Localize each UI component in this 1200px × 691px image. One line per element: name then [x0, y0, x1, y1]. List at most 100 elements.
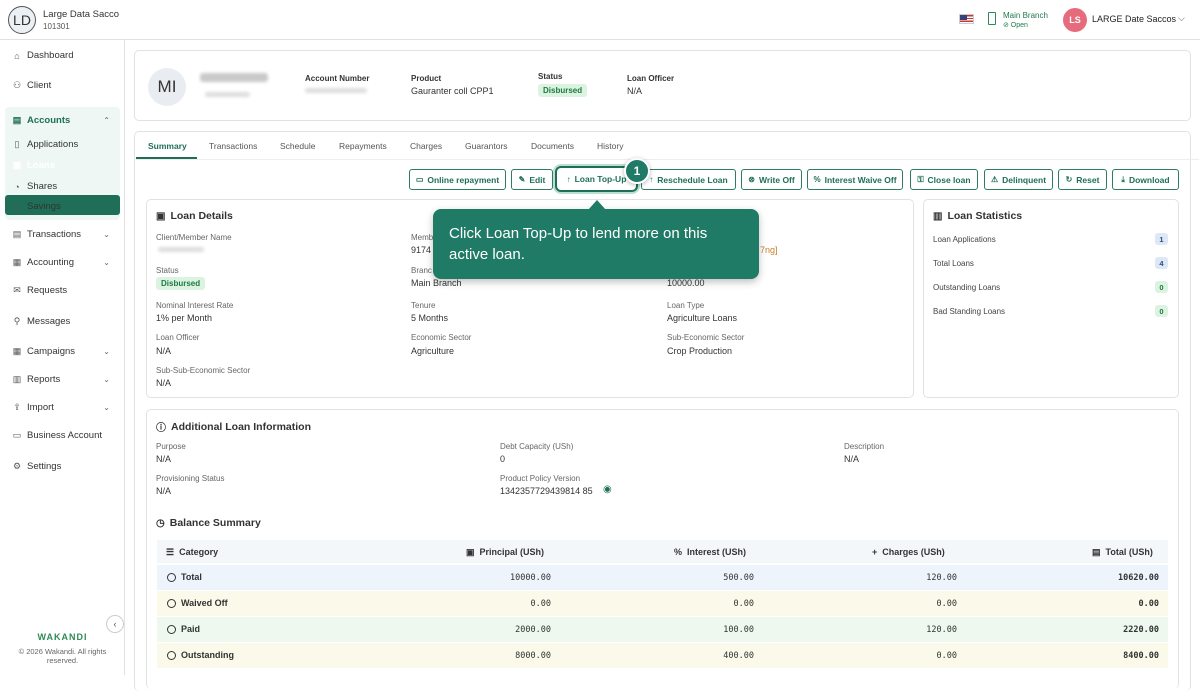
sidebar-item-settings[interactable]: ⚙ Settings — [12, 461, 61, 472]
chevron-down-icon[interactable]: ⌄ — [103, 375, 110, 384]
total-loans-label: Total Loans — [933, 259, 974, 268]
copyright: © 2026 Wakandi. All rights reserved. — [18, 647, 107, 665]
edit-button[interactable]: ✎ Edit — [511, 169, 553, 190]
button-label: Delinquent — [1002, 174, 1047, 185]
sub-economic-sector-value: Crop Production — [667, 346, 733, 356]
client-avatar: MI — [148, 68, 186, 106]
org-logo[interactable]: LD — [8, 6, 36, 34]
interest-column-header: % Interest (USh) — [674, 547, 746, 557]
write-off-button[interactable]: ⊗ Write Off — [741, 169, 802, 190]
sidebar-item-reports[interactable]: ▥ Reports — [12, 374, 61, 385]
row-category-text: Waived Off — [181, 598, 228, 608]
arrow-up-icon: ↑ — [649, 175, 654, 184]
delinquent-button[interactable]: ⚠ Delinquent — [984, 169, 1053, 190]
loan-type-label: Loan Type — [667, 301, 705, 310]
chevron-down-icon[interactable]: ⌵ — [1178, 13, 1185, 24]
branch-status: ⊘ Open — [1003, 22, 1028, 29]
bar-chart-icon: ▥ — [933, 210, 943, 222]
sidebar-collapse-button[interactable]: ‹ — [106, 615, 124, 633]
sidebar-item-accounts[interactable]: ▤ Accounts — [12, 115, 71, 126]
sidebar-item-loans[interactable]: ▣ Loans — [12, 160, 55, 171]
sidebar-item-label: Shares — [27, 181, 58, 192]
eye-icon[interactable]: ◉ — [603, 484, 612, 495]
chevron-down-icon[interactable]: ⌄ — [103, 403, 110, 412]
tour-step-badge: 1 — [624, 158, 650, 184]
row-interest: 0.00 — [733, 599, 754, 609]
sidebar-item-client[interactable]: ⚇ Client — [12, 80, 51, 91]
sidebar-item-accounting[interactable]: ▦ Accounting — [12, 257, 74, 268]
tab-documents[interactable]: Documents — [531, 141, 574, 151]
row-category: Waived Off — [167, 598, 228, 608]
chevron-down-icon[interactable]: ⌄ — [103, 258, 110, 267]
users-icon: ⚇ — [12, 80, 22, 90]
client-id-redacted — [205, 92, 250, 97]
branch-name[interactable]: Main Branch — [1003, 11, 1048, 20]
messages-icon: ⚲ — [13, 316, 21, 326]
info-icon: ⓘ — [156, 423, 166, 434]
org-name: Large Data Sacco — [43, 9, 120, 20]
loan-statistics-card — [923, 199, 1179, 398]
button-label: Close loan — [927, 174, 971, 185]
table-row: Waived Off 0.00 0.00 0.00 0.00 — [157, 591, 1168, 616]
tab-summary[interactable]: Summary — [148, 141, 187, 151]
sidebar-item-requests[interactable]: ✉ Requests — [12, 285, 67, 296]
user-avatar[interactable]: LS — [1063, 8, 1087, 32]
sidebar-item-business-account[interactable]: ▭ Business Account — [12, 430, 102, 441]
sidebar-item-messages[interactable]: ⚲ Messages — [12, 316, 71, 327]
document-icon: ▤ — [1092, 547, 1101, 557]
radio-icon — [167, 598, 176, 608]
tab-repayments[interactable]: Repayments — [339, 141, 387, 151]
transactions-icon: ▤ — [12, 229, 22, 239]
sidebar-item-savings[interactable]: ▭ Savings — [12, 201, 61, 212]
us-flag-icon[interactable] — [959, 14, 974, 24]
reports-icon: ▥ — [12, 374, 22, 384]
description-label: Description — [844, 442, 885, 451]
arrow-up-icon: ↑ — [566, 174, 571, 184]
sidebar-item-label: Messages — [27, 316, 71, 327]
tab-history[interactable]: History — [597, 141, 623, 151]
sidebar-item-import[interactable]: ⇪ Import — [12, 402, 54, 413]
interest-waive-off-button[interactable]: % Interest Waive Off — [807, 169, 903, 190]
provisioning-label: Provisioning Status — [156, 474, 225, 483]
sidebar-item-dashboard[interactable]: ⌂ Dashboard — [12, 50, 73, 61]
description-value: N/A — [844, 454, 860, 464]
clock-icon: ◷ — [156, 517, 165, 529]
client-name-redacted — [200, 73, 268, 82]
row-category-text: Total — [181, 572, 202, 582]
sub-economic-sector-label: Sub-Economic Sector — [667, 333, 745, 342]
row-charges: 0.00 — [936, 599, 957, 609]
row-charges: 120.00 — [926, 625, 957, 635]
reschedule-loan-button[interactable]: ↑ Reschedule Loan — [641, 169, 736, 190]
radio-icon — [167, 624, 176, 634]
chevron-up-icon[interactable]: ⌃ — [103, 116, 110, 125]
sidebar-item-shares[interactable]: ◔ Shares — [12, 181, 57, 192]
tab-schedule[interactable]: Schedule — [280, 141, 315, 151]
tour-tooltip-text: Click Loan Top-Up to lend more on this a… — [449, 225, 708, 263]
chevron-down-icon[interactable]: ⌄ — [103, 347, 110, 356]
charges-column-header: + Charges (USh) — [872, 547, 945, 557]
row-category: Outstanding — [167, 650, 234, 660]
tab-charges[interactable]: Charges — [410, 141, 442, 151]
tab-guarantors[interactable]: Guarantors — [465, 141, 508, 151]
sidebar-item-transactions[interactable]: ▤ Transactions — [12, 229, 81, 240]
sidebar-item-label: Import — [27, 402, 54, 413]
business-icon: ▭ — [12, 430, 22, 440]
sidebar-item-label: Accounting — [27, 257, 75, 268]
economic-sector-label: Economic Sector — [411, 333, 472, 342]
sidebar-item-applications[interactable]: ▯ Applications — [12, 139, 79, 150]
online-repayment-button[interactable]: ▭ Online repayment — [409, 169, 506, 190]
purpose-label: Purpose — [156, 442, 186, 451]
tab-transactions[interactable]: Transactions — [209, 141, 257, 151]
row-principal: 0.00 — [530, 599, 551, 609]
user-name[interactable]: LARGE Date Saccos — [1092, 14, 1176, 24]
chevron-down-icon[interactable]: ⌄ — [103, 230, 110, 239]
download-button[interactable]: ⤓ Download — [1112, 169, 1179, 190]
card-icon: ▭ — [415, 175, 424, 184]
status-label: Status — [538, 72, 563, 81]
sidebar-item-campaigns[interactable]: ▦ Campaigns — [12, 346, 75, 357]
product-label: Product — [411, 74, 442, 83]
tenure-label: Tenure — [411, 301, 436, 310]
member-value-partial: 9174 — [411, 245, 432, 255]
close-loan-button[interactable]: ⚿ Close loan — [910, 169, 978, 190]
reset-button[interactable]: ↻ Reset — [1058, 169, 1107, 190]
